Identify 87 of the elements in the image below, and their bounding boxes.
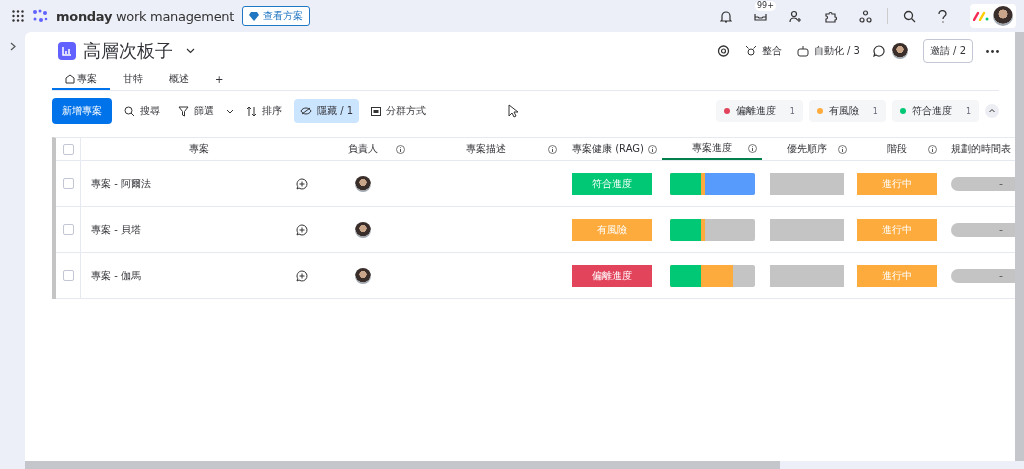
sort-icon	[246, 105, 257, 117]
owner-avatar[interactable]	[355, 175, 371, 192]
select-all-checkbox[interactable]	[62, 143, 74, 155]
view-tab[interactable]: 概述	[156, 70, 202, 90]
project-name[interactable]: 專案 - 貝塔	[91, 222, 141, 237]
more-icon[interactable]	[986, 49, 999, 53]
hide-button[interactable]: 隱藏 / 1	[294, 99, 360, 123]
view-tab[interactable]: +	[202, 70, 237, 90]
timeline-bar[interactable]: -	[951, 222, 1015, 237]
column-header[interactable]: 負責人	[316, 138, 410, 160]
chip-count: 1	[789, 106, 795, 116]
add-person-icon[interactable]	[789, 9, 802, 23]
collapse-icon[interactable]	[985, 104, 999, 118]
board-icon	[58, 42, 76, 60]
user-avatar[interactable]	[993, 6, 1013, 26]
bell-icon[interactable]	[720, 9, 732, 23]
column-header[interactable]: 優先順序	[762, 138, 852, 160]
column-header[interactable]: 規劃的時間表	[942, 138, 1015, 160]
column-header[interactable]: 專案健康 (RAG)	[562, 138, 662, 160]
brand-name: monday work management	[56, 8, 235, 24]
chip-label: 有風險	[828, 104, 859, 118]
group-by-button[interactable]: 分群方式	[365, 99, 433, 123]
chip-count: 1	[965, 106, 971, 116]
chip-label: 偏離進度	[735, 104, 776, 118]
invite-button[interactable]: 邀請 / 2	[922, 39, 973, 63]
owner-avatar[interactable]	[355, 221, 371, 238]
status-summary-chip[interactable]: 符合進度 1	[891, 100, 979, 122]
add-update-icon[interactable]	[296, 269, 308, 282]
timeline-bar[interactable]: -	[951, 268, 1015, 283]
chip-label: 符合進度	[911, 104, 952, 118]
view-tab[interactable]: 專案	[52, 70, 110, 90]
owner-avatar[interactable]	[355, 267, 371, 284]
chevron-down-icon[interactable]	[186, 48, 195, 54]
add-update-icon[interactable]	[296, 223, 308, 236]
workspace-logo-icon[interactable]	[973, 11, 989, 21]
logo-icon	[32, 9, 48, 23]
inbox-badge: 99+	[755, 1, 776, 11]
robot-icon	[796, 45, 809, 57]
row-checkbox[interactable]	[62, 178, 74, 189]
vertical-scrollbar[interactable]	[1015, 32, 1024, 461]
diamond-icon	[249, 11, 260, 21]
column-header[interactable]: 專案	[81, 138, 316, 160]
search-icon[interactable]	[903, 9, 916, 23]
eye-off-icon	[300, 107, 312, 115]
group-icon	[371, 106, 382, 116]
info-icon[interactable]	[648, 144, 657, 154]
project-name[interactable]: 專案 - 伽馬	[91, 268, 141, 283]
timeline-bar[interactable]: -	[951, 176, 1015, 191]
sort-button[interactable]: 排序	[240, 99, 288, 123]
plans-button[interactable]: 查看方案	[242, 6, 311, 26]
column-header[interactable]: 專案描述	[410, 138, 562, 160]
info-icon[interactable]	[748, 143, 757, 153]
column-header[interactable]: 階段	[852, 138, 942, 160]
search-icon	[124, 105, 135, 117]
row-checkbox[interactable]	[62, 224, 74, 235]
pointer-cursor-icon	[508, 104, 519, 118]
project-name[interactable]: 專案 - 阿爾法	[91, 176, 151, 191]
health-status[interactable]: 偏離進度	[572, 264, 652, 287]
apps-grid-icon[interactable]	[12, 10, 24, 22]
search-button[interactable]: 搜尋	[118, 99, 166, 123]
board-title: 高層次板子	[83, 39, 173, 63]
info-icon[interactable]	[928, 144, 937, 154]
view-tab[interactable]: 甘特	[110, 70, 156, 90]
comment-icon[interactable]	[872, 45, 885, 57]
home-icon	[65, 74, 75, 84]
network-icon[interactable]	[859, 9, 872, 23]
filter-icon	[178, 105, 189, 117]
integrate-button[interactable]: 整合	[744, 44, 782, 58]
status-summary-chip[interactable]: 偏離進度 1	[715, 100, 803, 122]
new-project-button[interactable]: 新增專案	[52, 98, 112, 124]
filter-button[interactable]: 篩選	[172, 99, 220, 123]
status-summary-chip[interactable]: 有風險 1	[808, 100, 886, 122]
inbox-icon[interactable]	[754, 11, 767, 21]
add-update-icon[interactable]	[296, 177, 308, 190]
member-avatar[interactable]	[891, 43, 908, 59]
row-checkbox[interactable]	[62, 270, 74, 281]
horizontal-scrollbar[interactable]	[25, 461, 780, 469]
column-header[interactable]: 專案進度	[662, 138, 762, 160]
automate-button[interactable]: 自動化 / 3	[796, 44, 860, 58]
info-icon[interactable]	[548, 144, 557, 154]
puzzle-icon[interactable]	[824, 9, 837, 23]
expand-icon[interactable]	[9, 42, 16, 51]
chip-count: 1	[872, 106, 878, 116]
info-icon[interactable]	[396, 144, 405, 154]
chevron-down-icon[interactable]	[226, 108, 234, 114]
help-icon[interactable]	[938, 9, 947, 23]
info-icon[interactable]	[838, 144, 847, 154]
